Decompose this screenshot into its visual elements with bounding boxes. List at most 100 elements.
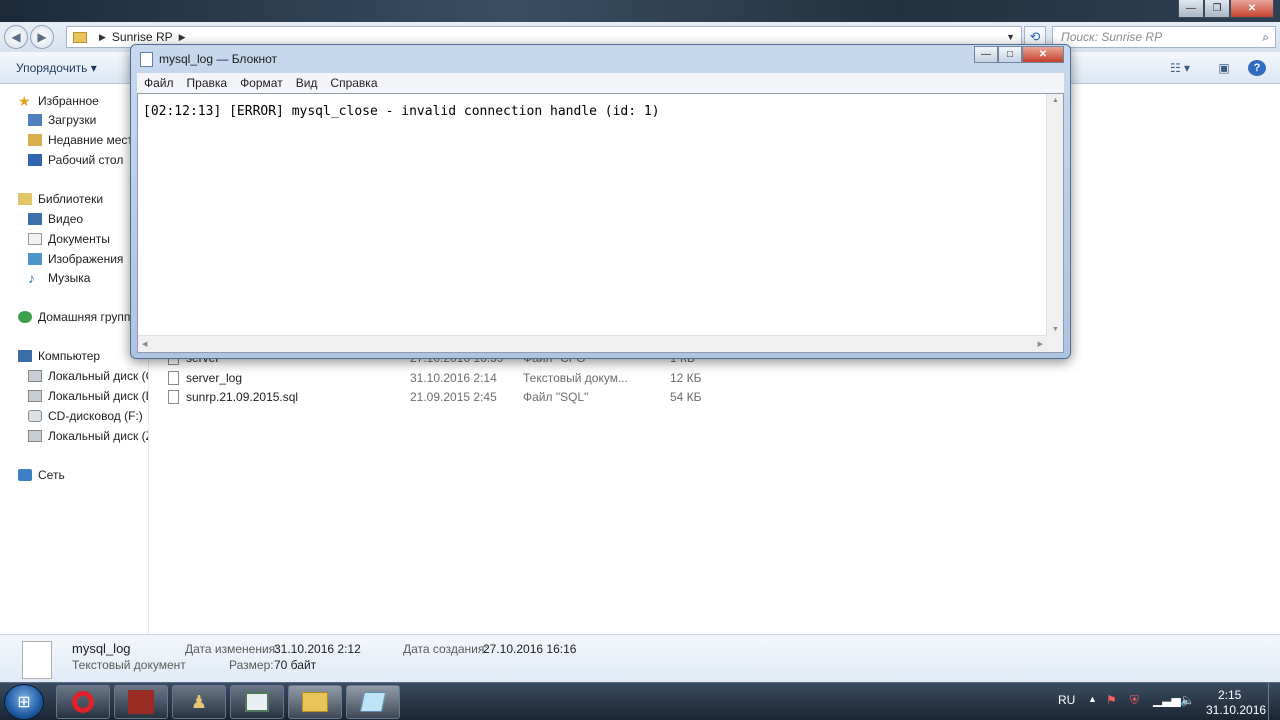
sidebar-item-video[interactable]: Видео (28, 209, 83, 229)
text-editor[interactable]: [02:12:13] [ERROR] mysql_close - invalid… (137, 93, 1064, 353)
sidebar-item-disk-z[interactable]: Локальный диск (Z:) (28, 426, 148, 446)
background-window-titlebar: — ❐ ✕ (0, 0, 1280, 22)
sidebar-item-disk-d[interactable]: Локальный диск (D:) (28, 386, 148, 406)
maximize-button[interactable]: □ (998, 46, 1022, 63)
file-type: Файл "SQL" (523, 390, 589, 404)
menu-item-format[interactable]: Формат (240, 76, 283, 90)
menu-item-file[interactable]: Файл (144, 76, 174, 90)
preview-pane-icon[interactable]: ▣ (1214, 60, 1234, 76)
scroll-down-icon[interactable]: ▼ (1052, 326, 1059, 333)
organize-button[interactable]: Упорядочить ▾ (16, 61, 97, 75)
file-name: sunrp.21.09.2015.sql (186, 390, 299, 404)
details-size-label: Размер: (229, 658, 274, 672)
desktop-icon (28, 154, 42, 166)
window-title: mysql_log — Блокнот (159, 52, 278, 66)
sidebar-item-images[interactable]: Изображения (28, 249, 123, 269)
homegroup-icon (18, 311, 32, 323)
file-type: Текстовый докум... (523, 371, 628, 385)
close-button[interactable]: ✕ (1230, 0, 1274, 18)
taskbar-opera-button[interactable] (56, 685, 110, 719)
app-icon (128, 690, 154, 714)
action-center-icon[interactable]: ⚑ (1106, 693, 1117, 707)
menu-bar: Файл Правка Формат Вид Справка (137, 73, 1064, 93)
sidebar-item-label: Избранное (38, 94, 99, 108)
sidebar-item-label: Изображения (48, 252, 124, 266)
breadcrumb[interactable]: Sunrise RP (112, 30, 173, 44)
sidebar-item-computer[interactable]: Компьютер (18, 346, 100, 366)
details-created-value: 27.10.2016 16:16 (483, 642, 577, 656)
sidebar-item-label: CD-дисковод (F:) (48, 409, 143, 423)
sidebar-item-music[interactable]: ♪ Музыка (28, 268, 90, 288)
sidebar-item-libraries[interactable]: Библиотеки (18, 189, 103, 209)
close-button[interactable]: ✕ (1022, 46, 1064, 63)
menu-item-help[interactable]: Справка (330, 76, 377, 90)
sidebar-item-homegroup[interactable]: Домашняя группа (18, 307, 137, 327)
show-desktop-button[interactable] (1268, 683, 1280, 720)
clock-time[interactable]: 2:15 (1218, 688, 1241, 702)
video-library-icon (28, 213, 42, 225)
sidebar-item-disk-c[interactable]: Локальный диск (C:) (28, 366, 148, 386)
minimize-button[interactable]: — (974, 46, 998, 63)
editor-content[interactable]: [02:12:13] [ERROR] mysql_close - invalid… (143, 104, 660, 119)
language-indicator[interactable]: RU (1058, 693, 1075, 707)
documents-library-icon (28, 233, 42, 245)
system-tray: RU ▲ ⚑ ⛨ ▁▃▅ 🔈 2:15 31.10.2016 (1050, 683, 1280, 720)
taskbar-app-button[interactable] (230, 685, 284, 719)
taskbar: ⊞ ♟ RU ▲ ⚑ ⛨ ▁▃▅ 🔈 2:15 31.10.2016 (0, 682, 1280, 720)
opera-icon (72, 691, 94, 713)
sidebar-item-desktop[interactable]: Рабочий стол (28, 150, 123, 170)
taskbar-notepad-button[interactable] (346, 685, 400, 719)
search-icon[interactable]: ⌕ (1262, 30, 1269, 45)
maximize-button[interactable]: ❐ (1204, 0, 1230, 18)
vertical-scrollbar[interactable]: ▲ ▼ (1046, 94, 1063, 336)
forward-button[interactable]: ▶ (30, 25, 54, 49)
computer-icon (18, 350, 32, 362)
menu-item-view[interactable]: Вид (296, 76, 318, 90)
horizontal-scrollbar[interactable]: ◀ ▶ (138, 335, 1047, 352)
hard-drive-icon (28, 430, 42, 442)
scroll-left-icon[interactable]: ◀ (142, 340, 147, 348)
sidebar-item-recent[interactable]: Недавние места (28, 130, 139, 150)
organize-label: Упорядочить (16, 61, 88, 75)
sidebar-item-label: Локальный диск (Z:) (48, 429, 148, 443)
details-created-label: Дата создания: (403, 642, 488, 656)
taskbar-app-button[interactable]: ♟ (172, 685, 226, 719)
notepad-icon (140, 52, 153, 67)
minimize-button[interactable]: — (1178, 0, 1204, 18)
file-size: 54 КБ (670, 390, 702, 404)
sidebar-item-label: Домашняя группа (38, 310, 138, 324)
breadcrumb-chevron-icon[interactable]: ▶ (179, 32, 186, 43)
sidebar-item-favorites[interactable]: ★ Избранное (18, 91, 99, 111)
text-document-icon (168, 371, 179, 385)
sidebar-item-label: Рабочий стол (48, 153, 124, 167)
table-row[interactable]: server_log 31.10.2016 2:14 Текстовый док… (168, 368, 702, 388)
network-signal-icon[interactable]: ▁▃▅ (1153, 693, 1181, 707)
address-dropdown-icon[interactable]: ▼ (1006, 32, 1015, 42)
scroll-up-icon[interactable]: ▲ (1052, 97, 1059, 104)
sidebar-item-network[interactable]: Сеть (18, 465, 65, 485)
volume-icon[interactable]: 🔈 (1180, 693, 1195, 707)
search-input[interactable]: Поиск: Sunrise RP ⌕ (1052, 26, 1276, 48)
sidebar-item-label: Загрузки (48, 113, 97, 127)
libraries-icon (18, 193, 32, 205)
help-icon[interactable]: ? (1248, 60, 1266, 76)
clock-date[interactable]: 31.10.2016 (1206, 703, 1266, 717)
sidebar-item-label: Компьютер (38, 349, 101, 363)
security-icon[interactable]: ⛨ (1130, 693, 1139, 708)
menu-item-edit[interactable]: Правка (187, 76, 228, 90)
scroll-right-icon[interactable]: ▶ (1038, 340, 1043, 348)
view-options-icon[interactable]: ☷ ▾ (1166, 60, 1194, 76)
back-button[interactable]: ◀ (4, 25, 28, 49)
sidebar-item-downloads[interactable]: Загрузки (28, 110, 96, 130)
table-row[interactable]: sunrp.21.09.2015.sql 21.09.2015 2:45 Фай… (168, 387, 702, 407)
sidebar-item-documents[interactable]: Документы (28, 229, 110, 249)
hard-drive-icon (28, 390, 42, 402)
start-button[interactable]: ⊞ (4, 684, 44, 720)
taskbar-app-button[interactable] (114, 685, 168, 719)
sidebar-item-cd-f[interactable]: CD-дисковод (F:) (28, 406, 143, 426)
taskbar-explorer-button[interactable] (288, 685, 342, 719)
sidebar-item-label: Библиотеки (38, 192, 104, 206)
details-modified-label: Дата изменения: (185, 642, 279, 656)
recent-places-icon (28, 134, 42, 146)
tray-expand-icon[interactable]: ▲ (1088, 694, 1097, 704)
